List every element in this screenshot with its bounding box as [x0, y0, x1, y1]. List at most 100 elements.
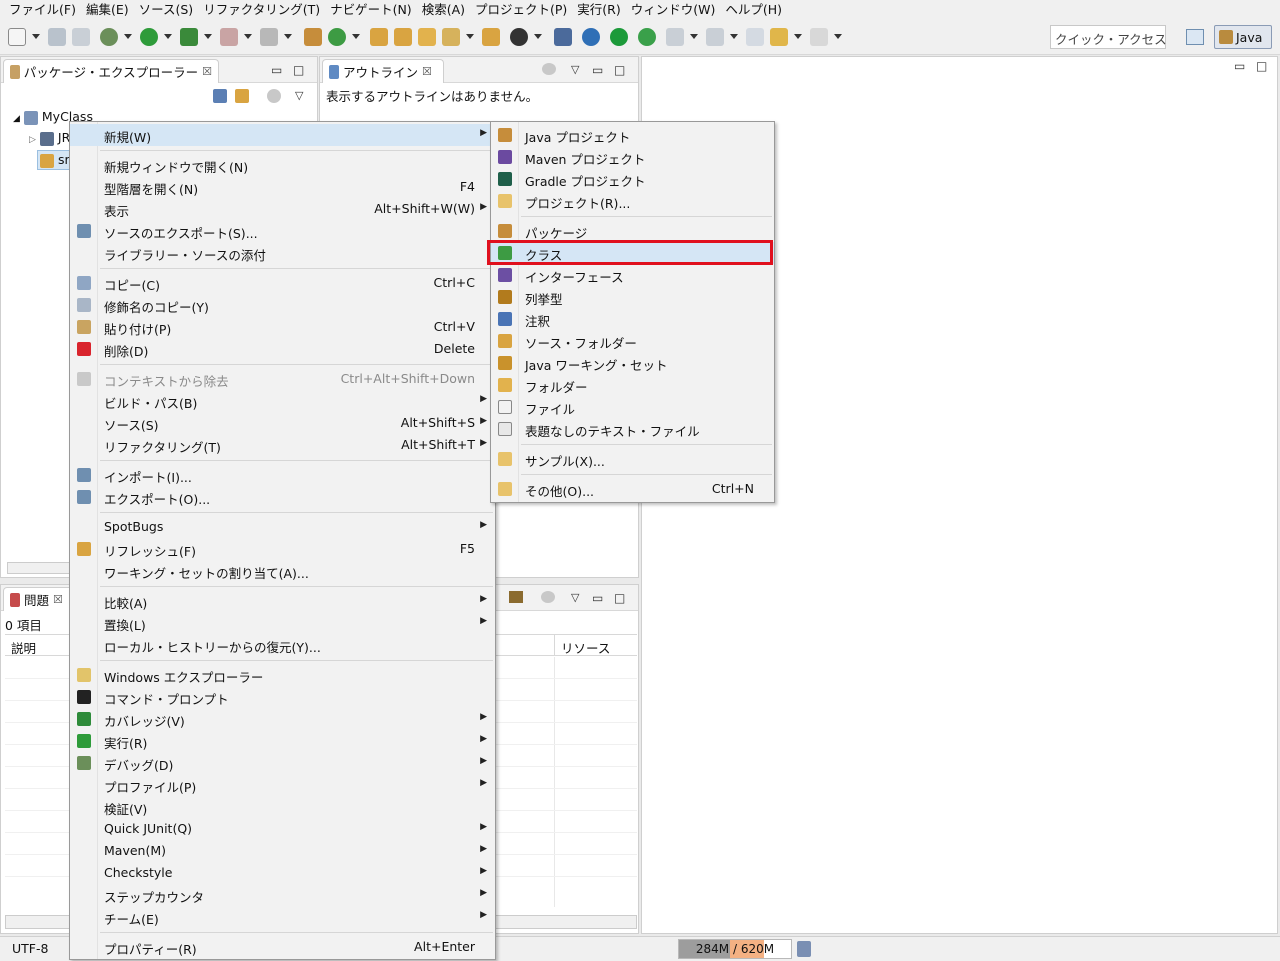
menu-item-new[interactable]: 新規(W) ▶ — [70, 124, 495, 146]
minimize-icon[interactable]: ▭ — [592, 591, 603, 605]
menu-item-profile-as[interactable]: プロファイル(P) ▶ — [70, 774, 495, 796]
search-folder-icon[interactable] — [418, 28, 436, 46]
coverage-icon[interactable] — [180, 28, 198, 46]
open-perspective-icon[interactable] — [1186, 29, 1204, 45]
submenu-item-file[interactable]: ファイル — [491, 396, 774, 418]
run-icon[interactable] — [140, 28, 158, 46]
java-perspective-button[interactable]: Java — [1214, 25, 1272, 49]
submenu-item-gradle-project[interactable]: Gradle プロジェクト — [491, 168, 774, 190]
menu-item-show-in[interactable]: 表示 Alt+Shift+W(W) ▶ — [70, 198, 495, 220]
menu-item-export-source[interactable]: ソースのエクスポート(S)... — [70, 220, 495, 242]
stop-icon[interactable] — [220, 28, 238, 46]
menu-navigate[interactable]: ナビゲート(N) — [325, 0, 417, 19]
user-dropdown-icon[interactable] — [534, 34, 542, 39]
submenu-item-untitled-text-file[interactable]: 表題なしのテキスト・ファイル — [491, 418, 774, 440]
menu-item-assign-working-sets[interactable]: ワーキング・セットの割り当て(A)... — [70, 560, 495, 582]
focus-icon[interactable] — [267, 89, 281, 103]
menu-item-paste[interactable]: 貼り付け(P) Ctrl+V — [70, 316, 495, 338]
menu-item-source[interactable]: ソース(S) Alt+Shift+S ▶ — [70, 412, 495, 434]
next-annotation-dropdown-icon[interactable] — [690, 34, 698, 39]
menu-run[interactable]: 実行(R) — [572, 0, 625, 19]
submenu-item-project[interactable]: プロジェクト(R)... — [491, 190, 774, 212]
tab-problems[interactable]: 問題 ☒ — [3, 587, 73, 611]
menu-help[interactable]: ヘルプ(H) — [720, 0, 787, 19]
prev-annotation-icon[interactable] — [706, 28, 724, 46]
search-dropdown-icon[interactable] — [466, 34, 474, 39]
minimize-icon[interactable]: ▭ — [1234, 59, 1245, 73]
menu-search[interactable]: 検索(A) — [417, 0, 470, 19]
last-edit-icon[interactable] — [746, 28, 764, 46]
menu-edit[interactable]: 編集(E) — [81, 0, 134, 19]
collapse-icon[interactable]: ▷ — [29, 135, 36, 145]
menu-refactor[interactable]: リファクタリング(T) — [198, 0, 325, 19]
menu-project[interactable]: プロジェクト(P) — [470, 0, 572, 19]
external-tools-dropdown-icon[interactable] — [284, 34, 292, 39]
debug-dropdown-icon[interactable] — [124, 34, 132, 39]
close-icon[interactable]: ☒ — [202, 65, 212, 78]
column-resource[interactable]: リソース — [561, 638, 610, 657]
submenu-item-package[interactable]: パッケージ — [491, 220, 774, 242]
submenu-item-annotation[interactable]: 注釈 — [491, 308, 774, 330]
heap-status[interactable]: 284M / 620M — [678, 939, 792, 959]
expand-icon[interactable]: ◢ — [13, 114, 20, 124]
submenu-item-java-project[interactable]: Java プロジェクト — [491, 124, 774, 146]
horizontal-scrollbar[interactable] — [7, 562, 71, 574]
menu-item-windows-explorer[interactable]: Windows エクスプローラー — [70, 664, 495, 686]
power-icon[interactable] — [610, 28, 628, 46]
view-menu-icon[interactable]: ▽ — [571, 591, 579, 604]
submenu-item-source-folder[interactable]: ソース・フォルダー — [491, 330, 774, 352]
menu-item-replace-with[interactable]: 置換(L) ▶ — [70, 612, 495, 634]
menu-item-quick-junit[interactable]: Quick JUnit(Q) ▶ — [70, 818, 495, 840]
collapse-all-icon[interactable] — [213, 89, 227, 103]
maximize-icon[interactable]: □ — [614, 591, 625, 605]
menu-item-validate[interactable]: 検証(V) — [70, 796, 495, 818]
menu-file[interactable]: ファイル(F) — [4, 0, 81, 19]
tab-outline[interactable]: アウトライン ☒ — [322, 59, 444, 83]
forward-icon[interactable] — [810, 28, 828, 46]
view-menu-icon[interactable]: ▽ — [295, 89, 303, 102]
focus-icon[interactable] — [541, 591, 555, 603]
stop-dropdown-icon[interactable] — [244, 34, 252, 39]
menu-item-open-new-window[interactable]: 新規ウィンドウで開く(N) — [70, 154, 495, 176]
filter-icon[interactable] — [509, 591, 523, 603]
menu-item-coverage-as[interactable]: カバレッジ(V) ▶ — [70, 708, 495, 730]
new-class-dropdown-icon[interactable] — [352, 34, 360, 39]
debug-icon[interactable] — [100, 28, 118, 46]
forward-dropdown-icon[interactable] — [834, 34, 842, 39]
save-icon[interactable] — [48, 28, 66, 46]
external-tools-icon[interactable] — [260, 28, 278, 46]
maximize-icon[interactable]: □ — [1256, 59, 1267, 73]
maximize-icon[interactable]: □ — [614, 63, 625, 77]
menu-item-copy-qualified-name[interactable]: 修飾名のコピー(Y) — [70, 294, 495, 316]
settings-icon[interactable] — [582, 28, 600, 46]
back-dropdown-icon[interactable] — [794, 34, 802, 39]
submenu-item-maven-project[interactable]: Maven プロジェクト — [491, 146, 774, 168]
menu-item-step-counter[interactable]: ステップカウンタ ▶ — [70, 884, 495, 906]
close-icon[interactable]: ☒ — [53, 593, 63, 606]
tree-src-row[interactable]: sr — [37, 150, 73, 170]
menu-source[interactable]: ソース(S) — [134, 0, 199, 19]
open-type-icon[interactable] — [370, 28, 388, 46]
quick-access-input[interactable]: クイック・アクセス — [1050, 25, 1167, 49]
menu-item-spotbugs[interactable]: SpotBugs ▶ — [70, 516, 495, 538]
menu-item-maven[interactable]: Maven(M) ▶ — [70, 840, 495, 862]
new-package-icon[interactable] — [304, 28, 322, 46]
open-folder-icon[interactable] — [482, 28, 500, 46]
submenu-item-enum[interactable]: 列挙型 — [491, 286, 774, 308]
save-all-icon[interactable] — [72, 28, 90, 46]
menu-item-restore-local-history[interactable]: ローカル・ヒストリーからの復元(Y)... — [70, 634, 495, 656]
menu-item-attach-source[interactable]: ライブラリー・ソースの添付 — [70, 242, 495, 264]
menu-item-delete[interactable]: 削除(D) Delete — [70, 338, 495, 360]
run-dropdown-icon[interactable] — [164, 34, 172, 39]
close-icon[interactable]: ☒ — [422, 65, 432, 78]
menu-item-properties[interactable]: プロパティー(R) Alt+Enter — [70, 936, 495, 958]
minimize-icon[interactable]: ▭ — [592, 63, 603, 77]
menu-item-run-as[interactable]: 実行(R) ▶ — [70, 730, 495, 752]
menu-item-export[interactable]: エクスポート(O)... — [70, 486, 495, 508]
trash-icon[interactable] — [797, 941, 811, 957]
next-annotation-icon[interactable] — [666, 28, 684, 46]
console-icon[interactable] — [554, 28, 572, 46]
menu-item-refactor[interactable]: リファクタリング(T) Alt+Shift+T ▶ — [70, 434, 495, 456]
submenu-item-folder[interactable]: フォルダー — [491, 374, 774, 396]
open-task-icon[interactable] — [394, 28, 412, 46]
